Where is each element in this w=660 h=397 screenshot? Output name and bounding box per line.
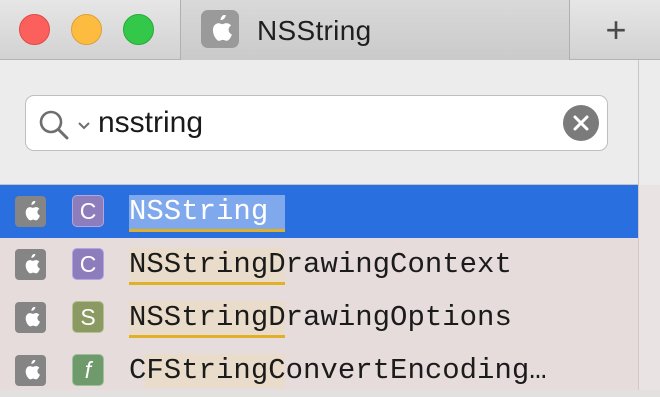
list-item[interactable]: S NSStringDrawingOptions (0, 291, 638, 344)
chevron-down-icon[interactable] (78, 118, 90, 136)
apple-icon (15, 249, 46, 280)
list-item[interactable]: C NSString (0, 185, 638, 238)
list-item[interactable]: f CFStringConvertEncoding… (0, 344, 638, 397)
apple-icon (15, 196, 46, 227)
clear-icon[interactable] (563, 105, 599, 141)
class-kind-icon: C (72, 248, 104, 280)
result-name: NSStringDrawingContext (129, 248, 512, 281)
list-item[interactable]: C NSStringDrawingContext (0, 238, 638, 291)
scroll-gutter (638, 185, 660, 390)
close-window-button[interactable] (19, 14, 50, 45)
search-icon[interactable] (38, 109, 72, 146)
result-name: CFStringConvertEncoding… (129, 354, 547, 387)
tab-title: NSString (257, 15, 372, 46)
struct-kind-icon: S (72, 301, 104, 333)
tab-nsstring[interactable]: NSString (180, 0, 570, 60)
search-bar-area (0, 60, 638, 185)
search-input[interactable] (98, 100, 548, 146)
match-underline (129, 229, 285, 232)
function-kind-icon: f (72, 354, 104, 386)
minimize-window-button[interactable] (71, 14, 102, 45)
panel-divider (638, 60, 660, 185)
apple-icon (15, 355, 46, 386)
class-kind-icon: C (72, 195, 104, 227)
title-bar: NSString + (0, 0, 660, 60)
result-name: NSStringDrawingOptions (129, 301, 512, 334)
match-underline (129, 282, 285, 285)
apple-icon (201, 10, 239, 48)
zoom-window-button[interactable] (123, 14, 154, 45)
apple-icon (15, 302, 46, 333)
new-tab-button[interactable]: + (572, 0, 660, 60)
search-field[interactable] (25, 95, 608, 151)
result-name: NSString (129, 195, 269, 228)
results-list: C NSString C NSStringDrawingContext S NS… (0, 185, 638, 390)
match-underline (129, 335, 285, 338)
